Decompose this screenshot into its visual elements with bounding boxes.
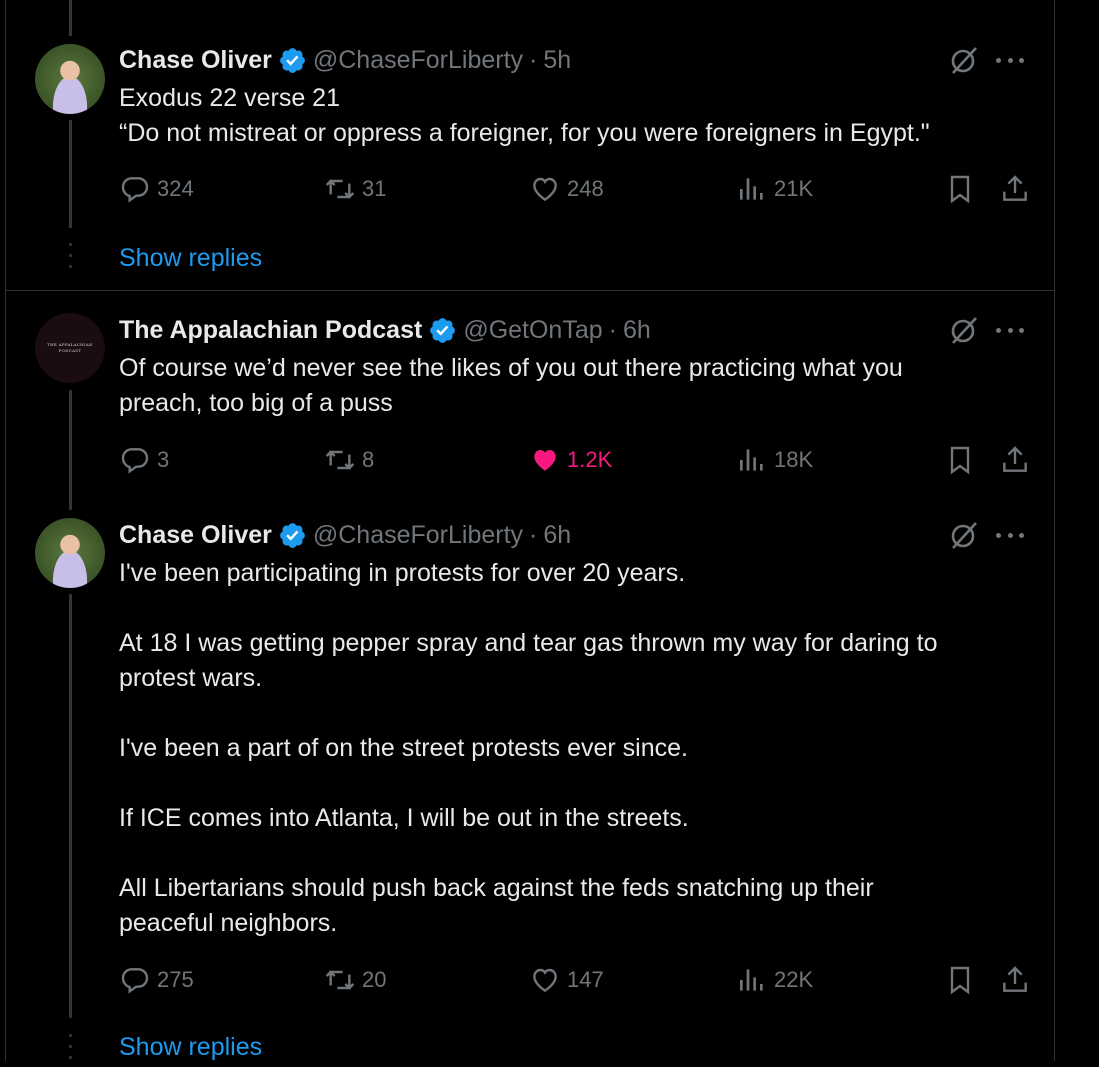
tweet-divider [6, 290, 1054, 291]
action-bar: 3 8 1.2K 18K [119, 443, 1034, 477]
avatar-appalachian-podcast[interactable]: THE APPALACHIAN PODCAST [35, 313, 105, 383]
thread-dots [69, 243, 72, 276]
tweet-header: Chase Oliver @ChaseForLiberty · 5h [119, 45, 571, 75]
thread-line [69, 390, 72, 510]
share-icon [1003, 446, 1027, 472]
tweet-text: Of course we’d never see the likes of yo… [119, 354, 903, 417]
share-icon [1003, 175, 1027, 201]
tweet-header: Chase Oliver @ChaseForLiberty · 6h [119, 520, 571, 550]
reply-icon [121, 177, 149, 203]
timeline-column: Chase Oliver @ChaseForLiberty · 5h Exodu… [5, 0, 1055, 1061]
share-icon [1003, 966, 1027, 992]
reply-count: 3 [157, 447, 170, 472]
repost-icon [325, 450, 355, 470]
like-count: 1.2K [567, 447, 613, 472]
bookmark-button[interactable] [944, 443, 982, 477]
repost-icon [325, 970, 355, 990]
like-count: 248 [567, 176, 604, 201]
thread-line [69, 120, 72, 228]
author-name[interactable]: The Appalachian Podcast [119, 315, 422, 345]
timestamp[interactable]: 6h [623, 315, 651, 345]
views-icon [740, 178, 763, 200]
repost-count: 8 [362, 447, 375, 472]
tweet-header: The Appalachian Podcast @GetOnTap · 6h [119, 315, 651, 345]
like-icon [534, 450, 556, 471]
bookmark-icon [950, 966, 970, 995]
bookmark-icon [950, 446, 970, 475]
reply-count: 324 [157, 176, 194, 201]
grok-icon[interactable] [949, 315, 979, 345]
reply-button[interactable]: 324 [119, 172, 194, 206]
views-count: 21K [774, 176, 814, 201]
reply-icon [121, 968, 149, 994]
author-handle[interactable]: @ChaseForLiberty [313, 520, 523, 550]
bookmark-button[interactable] [944, 963, 982, 997]
verified-badge-icon[interactable] [278, 46, 307, 75]
more-icon[interactable] [996, 325, 1024, 335]
show-replies-link[interactable]: Show replies [119, 1033, 262, 1062]
action-bar: 324 31 248 21K [119, 172, 1034, 206]
reply-icon [121, 448, 149, 474]
repost-count: 31 [362, 176, 387, 201]
more-icon[interactable] [996, 55, 1024, 65]
views-button[interactable]: 18K [736, 443, 813, 477]
reply-count: 275 [157, 967, 194, 992]
repost-button[interactable]: 31 [324, 172, 386, 206]
share-button[interactable] [999, 963, 1037, 997]
action-bar: 275 20 147 22K [119, 963, 1034, 997]
timestamp[interactable]: 6h [543, 520, 571, 550]
separator: · [529, 46, 538, 74]
views-button[interactable]: 22K [736, 963, 813, 997]
like-icon [533, 968, 557, 993]
like-button[interactable]: 147 [529, 963, 604, 997]
views-icon [740, 449, 763, 471]
reply-button[interactable]: 275 [119, 963, 194, 997]
tweet-text: I've been participating in protests for … [119, 559, 938, 937]
views-count: 22K [774, 967, 814, 992]
bookmark-button[interactable] [944, 172, 982, 206]
like-button[interactable]: 248 [529, 172, 604, 206]
share-button[interactable] [999, 172, 1037, 206]
author-handle[interactable]: @ChaseForLiberty [313, 45, 523, 75]
separator: · [608, 316, 617, 344]
like-button[interactable]: 1.2K [529, 443, 612, 477]
grok-icon[interactable] [949, 45, 979, 75]
repost-button[interactable]: 8 [324, 443, 374, 477]
separator: · [529, 521, 538, 549]
author-name[interactable]: Chase Oliver [119, 45, 272, 75]
views-button[interactable]: 21K [736, 172, 813, 206]
verified-badge-icon[interactable] [428, 316, 457, 345]
like-count: 147 [567, 967, 604, 992]
views-icon [740, 969, 763, 991]
show-replies-link[interactable]: Show replies [119, 244, 262, 273]
views-count: 18K [774, 447, 814, 472]
bookmark-icon [950, 175, 970, 204]
avatar-chase-oliver[interactable] [35, 44, 105, 114]
avatar-chase-oliver[interactable] [35, 518, 105, 588]
reply-button[interactable]: 3 [119, 443, 169, 477]
grok-icon[interactable] [949, 520, 979, 550]
thread-line [69, 594, 72, 1018]
thread-line [69, 0, 72, 36]
author-handle[interactable]: @GetOnTap [463, 315, 602, 345]
more-icon[interactable] [996, 530, 1024, 540]
tweet-text: Exodus 22 verse 21 “Do not mistreat or o… [119, 84, 930, 147]
like-icon [533, 177, 557, 202]
repost-icon [325, 179, 355, 199]
share-button[interactable] [999, 443, 1037, 477]
repost-count: 20 [362, 967, 387, 992]
timestamp[interactable]: 5h [543, 45, 571, 75]
author-name[interactable]: Chase Oliver [119, 520, 272, 550]
avatar-text-line2: PODCAST [58, 348, 82, 353]
thread-dots [69, 1034, 72, 1067]
verified-badge-icon[interactable] [278, 521, 307, 550]
repost-button[interactable]: 20 [324, 963, 386, 997]
